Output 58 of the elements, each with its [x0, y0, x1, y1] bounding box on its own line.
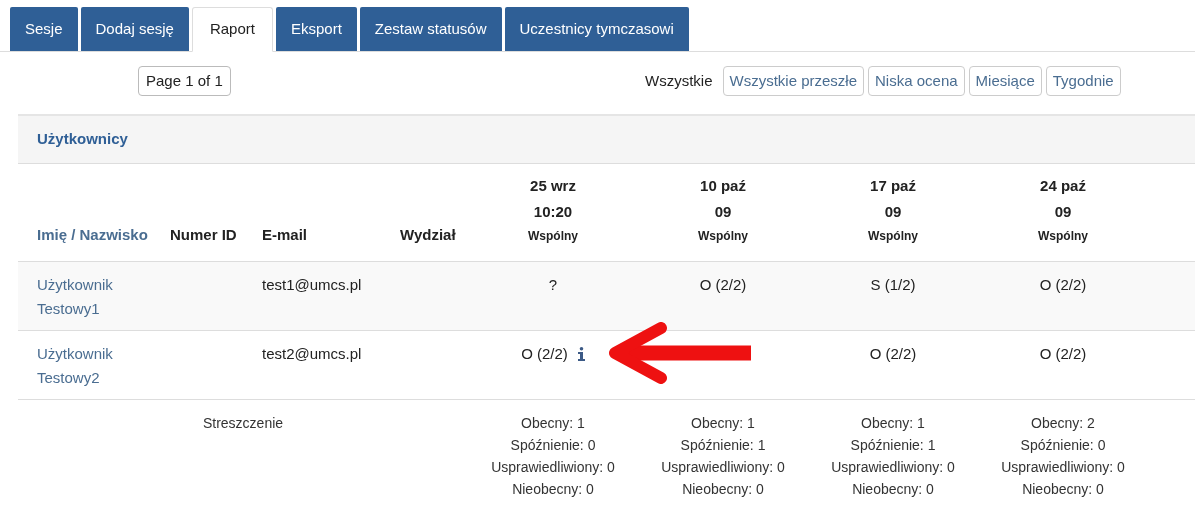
user-name-link[interactable]: Użytkownik Testowy2: [37, 341, 147, 390]
session-date: 25 wrz: [530, 175, 576, 196]
attendance-cell-text: O (2/2): [1039, 274, 1087, 295]
filter-button[interactable]: Tygodnie: [1045, 66, 1121, 96]
summary-text: Obecny: 1: [521, 413, 585, 433]
tab[interactable]: Zestaw statusów: [359, 7, 502, 51]
filter-label: Wszystkie: [645, 70, 713, 91]
tab[interactable]: Uczestnicy tymczasowi: [504, 7, 689, 51]
session-group: Wspólny: [1038, 224, 1088, 247]
summary-label: Streszczenie: [202, 414, 284, 431]
filter-button[interactable]: Miesiące: [968, 66, 1042, 96]
tab[interactable]: Dodaj sesję: [80, 7, 189, 51]
session-group: Wspólny: [698, 224, 748, 247]
summary-text: Spóźnienie: 0: [510, 435, 596, 455]
session-time: 09: [1054, 201, 1072, 222]
filter-button[interactable]: Niska ocena: [868, 66, 965, 96]
summary-text: Obecny: 2: [1031, 413, 1095, 433]
email-text: test1@umcs.pl: [262, 275, 362, 293]
summary-text: Usprawiedliwiony: 0: [661, 457, 785, 477]
attendance-cell-text: O (2/2): [1039, 343, 1087, 364]
session-time: 09: [884, 201, 902, 222]
summary-text: Nieobecny: 0: [1022, 479, 1104, 499]
summary-text: Spóźnienie: 0: [1020, 435, 1106, 455]
section-title: Użytkownicy: [37, 129, 128, 150]
column-header: E-mail: [262, 226, 307, 243]
session-date: 24 paź: [1040, 175, 1086, 196]
filter-button[interactable]: Wszystkie przeszłe: [722, 66, 865, 96]
session-date: 17 paź: [870, 175, 916, 196]
tab[interactable]: Eksport: [275, 7, 357, 51]
summary-text: Nieobecny: 0: [682, 479, 764, 499]
column-header: Wydział: [400, 226, 456, 243]
summary-text: Obecny: 1: [861, 413, 925, 433]
column-header-link[interactable]: Imię / Nazwisko: [37, 226, 148, 243]
session-date: 10 paź: [700, 175, 746, 196]
session-time: 10:20: [533, 201, 573, 222]
attendance-cell-text: S (1/2): [870, 274, 916, 295]
user-name-link[interactable]: Użytkownik Testowy1: [37, 272, 147, 321]
summary-text: Nieobecny: 0: [512, 479, 594, 499]
summary-text: Obecny: 1: [691, 413, 755, 433]
attendance-cell-text: O (2/2): [869, 343, 917, 364]
tab[interactable]: Sesje: [10, 7, 78, 51]
attendance-cell-text: O (2/2): [699, 274, 747, 295]
tab[interactable]: Raport: [191, 7, 273, 52]
summary-text: Usprawiedliwiony: 0: [491, 457, 615, 477]
summary-text: Spóźnienie: 1: [680, 435, 766, 455]
session-group: Wspólny: [528, 224, 578, 247]
summary-text: Usprawiedliwiony: 0: [831, 457, 955, 477]
session-group: Wspólny: [868, 224, 918, 247]
attendance-cell-text: ?: [548, 274, 558, 295]
summary-text: Spóźnienie: 1: [850, 435, 936, 455]
session-time: 09: [714, 201, 732, 222]
summary-text: Nieobecny: 0: [852, 479, 934, 499]
attendance-cell-text: O (2/2): [521, 343, 568, 364]
column-header: Numer ID: [170, 226, 237, 243]
page-button[interactable]: Page 1 of 1: [138, 66, 231, 96]
info-icon[interactable]: [577, 346, 585, 361]
email-text: test2@umcs.pl: [262, 344, 362, 362]
summary-text: Usprawiedliwiony: 0: [1001, 457, 1125, 477]
